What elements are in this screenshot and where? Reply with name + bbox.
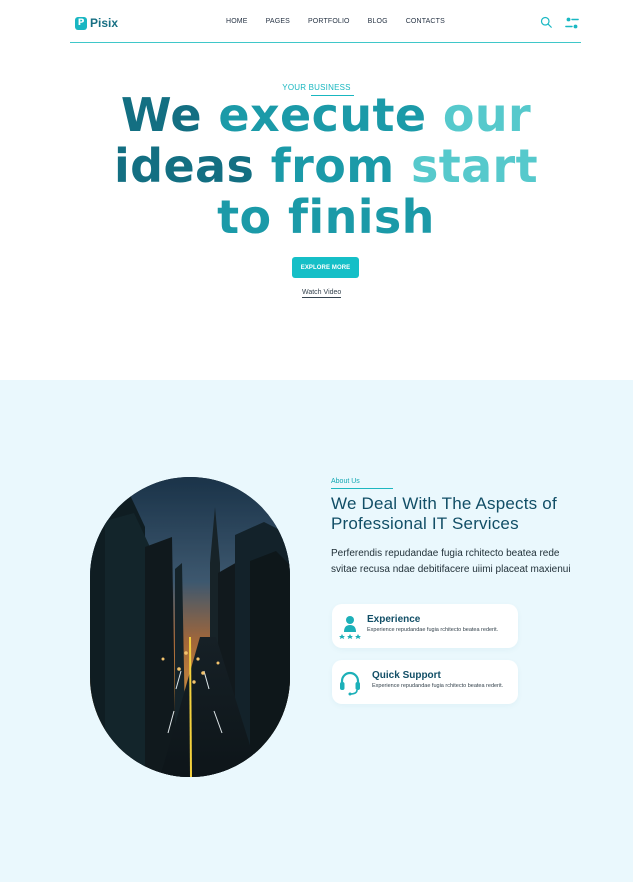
user-icon bbox=[339, 616, 361, 639]
nav-pages[interactable]: PAGES bbox=[266, 18, 290, 25]
explore-more-button[interactable]: EXPLORE MORE bbox=[292, 257, 359, 278]
experience-text: Experience repudandae fugia rchitecto be… bbox=[367, 627, 499, 633]
experience-card[interactable]: Experience Experience repudandae fugia r… bbox=[332, 604, 518, 648]
watch-video-link[interactable]: Watch Video bbox=[302, 289, 342, 298]
logo-icon: P bbox=[75, 16, 87, 30]
hero-title-word: from bbox=[254, 139, 395, 193]
hero-title-word: to bbox=[217, 190, 272, 244]
hero-title-word: ideas bbox=[113, 139, 255, 193]
settings-icon[interactable] bbox=[565, 16, 579, 30]
nav-contacts[interactable]: CONTACTS bbox=[406, 18, 445, 25]
about-label: About Us bbox=[331, 478, 360, 485]
headset-icon bbox=[340, 671, 360, 696]
search-icon[interactable] bbox=[540, 16, 552, 28]
hero-title-word: our bbox=[426, 88, 532, 142]
city-street-image bbox=[90, 477, 290, 777]
hero-title-word: We bbox=[120, 88, 202, 142]
quick-support-title: Quick Support bbox=[372, 670, 441, 681]
site-header: P Pisix HOME PAGES PORTFOLIO BLOG CONTAC… bbox=[70, 0, 581, 43]
about-description: Perferendis repudandae fugia rchitecto b… bbox=[331, 548, 571, 575]
hero-title-line-2: ideas from start bbox=[101, 141, 551, 192]
quick-support-text: Experience repudandae fugia rchitecto be… bbox=[372, 683, 504, 689]
hero-title: We execute our ideas from start to finis… bbox=[101, 90, 551, 243]
city-street-illustration bbox=[90, 477, 290, 777]
hero-title-line-3: to finish bbox=[101, 192, 551, 243]
logo-text: Pisix bbox=[90, 16, 119, 30]
experience-title: Experience bbox=[367, 614, 421, 625]
hero-title-word: start bbox=[394, 139, 539, 193]
about-label-underline bbox=[331, 488, 393, 489]
hero-title-word: finish bbox=[271, 190, 435, 244]
nav-portfolio[interactable]: PORTFOLIO bbox=[308, 18, 350, 25]
about-title: We Deal With The Aspects of Professional… bbox=[331, 494, 557, 533]
quick-support-card[interactable]: Quick Support Experience repudandae fugi… bbox=[332, 660, 518, 704]
nav-blog[interactable]: BLOG bbox=[368, 18, 388, 25]
nav-home[interactable]: HOME bbox=[226, 18, 248, 25]
hero-title-word: execute bbox=[201, 88, 427, 142]
hero-title-line-1: We execute our bbox=[101, 90, 551, 141]
about-section: About Us We Deal With The Aspects of Pro… bbox=[0, 380, 633, 882]
logo[interactable]: P Pisix bbox=[75, 15, 118, 31]
main-navigation: HOME PAGES PORTFOLIO BLOG CONTACTS bbox=[226, 18, 445, 25]
